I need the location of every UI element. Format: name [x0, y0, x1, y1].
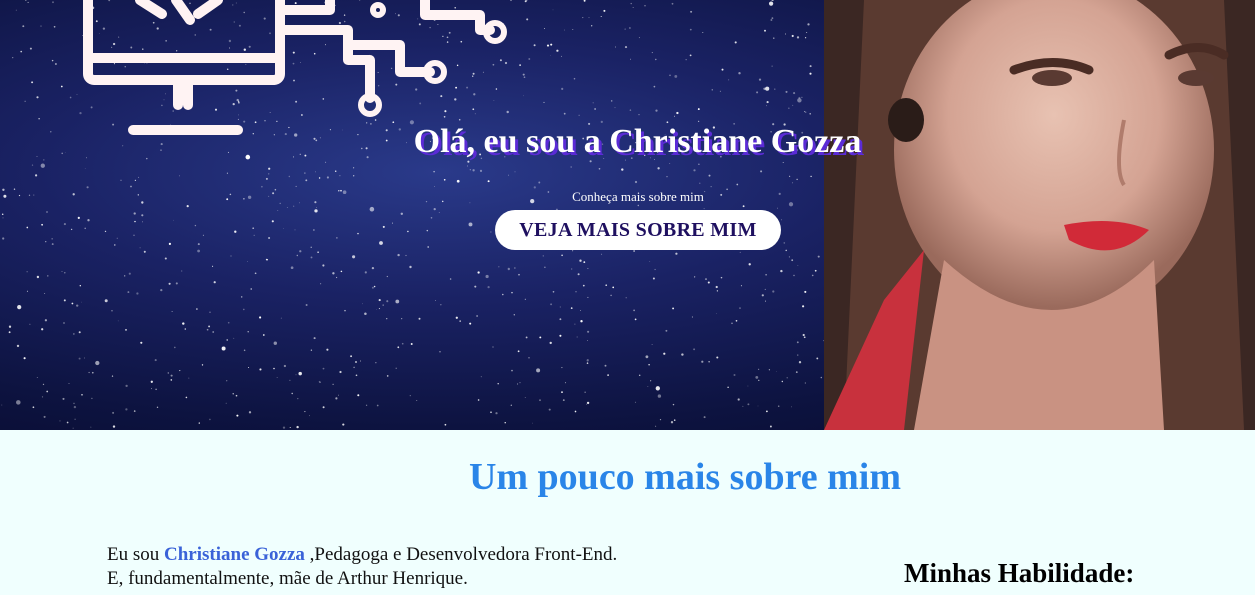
- hero-title: Olá, eu sou a Christiane Gozza: [413, 123, 862, 160]
- about-section-title: Um pouco mais sobre mim: [468, 456, 902, 498]
- about-paragraph: Eu sou Christiane Gozza ,Pedagoga e Dese…: [107, 543, 637, 591]
- about-text-intro: Eu sou: [107, 544, 164, 565]
- profile-photo: [824, 0, 1255, 430]
- see-more-button[interactable]: VEJA MAIS SOBRE MIM: [495, 210, 781, 250]
- hero-banner: Olá, eu sou a Christiane Gozza Conheça m…: [0, 0, 1255, 430]
- portrait-image: [824, 0, 1255, 430]
- skills-section-title: Minhas Habilidade:: [904, 558, 1135, 588]
- author-name: Christiane Gozza: [164, 544, 305, 565]
- hero-subtitle: Conheça mais sobre mim: [572, 189, 704, 204]
